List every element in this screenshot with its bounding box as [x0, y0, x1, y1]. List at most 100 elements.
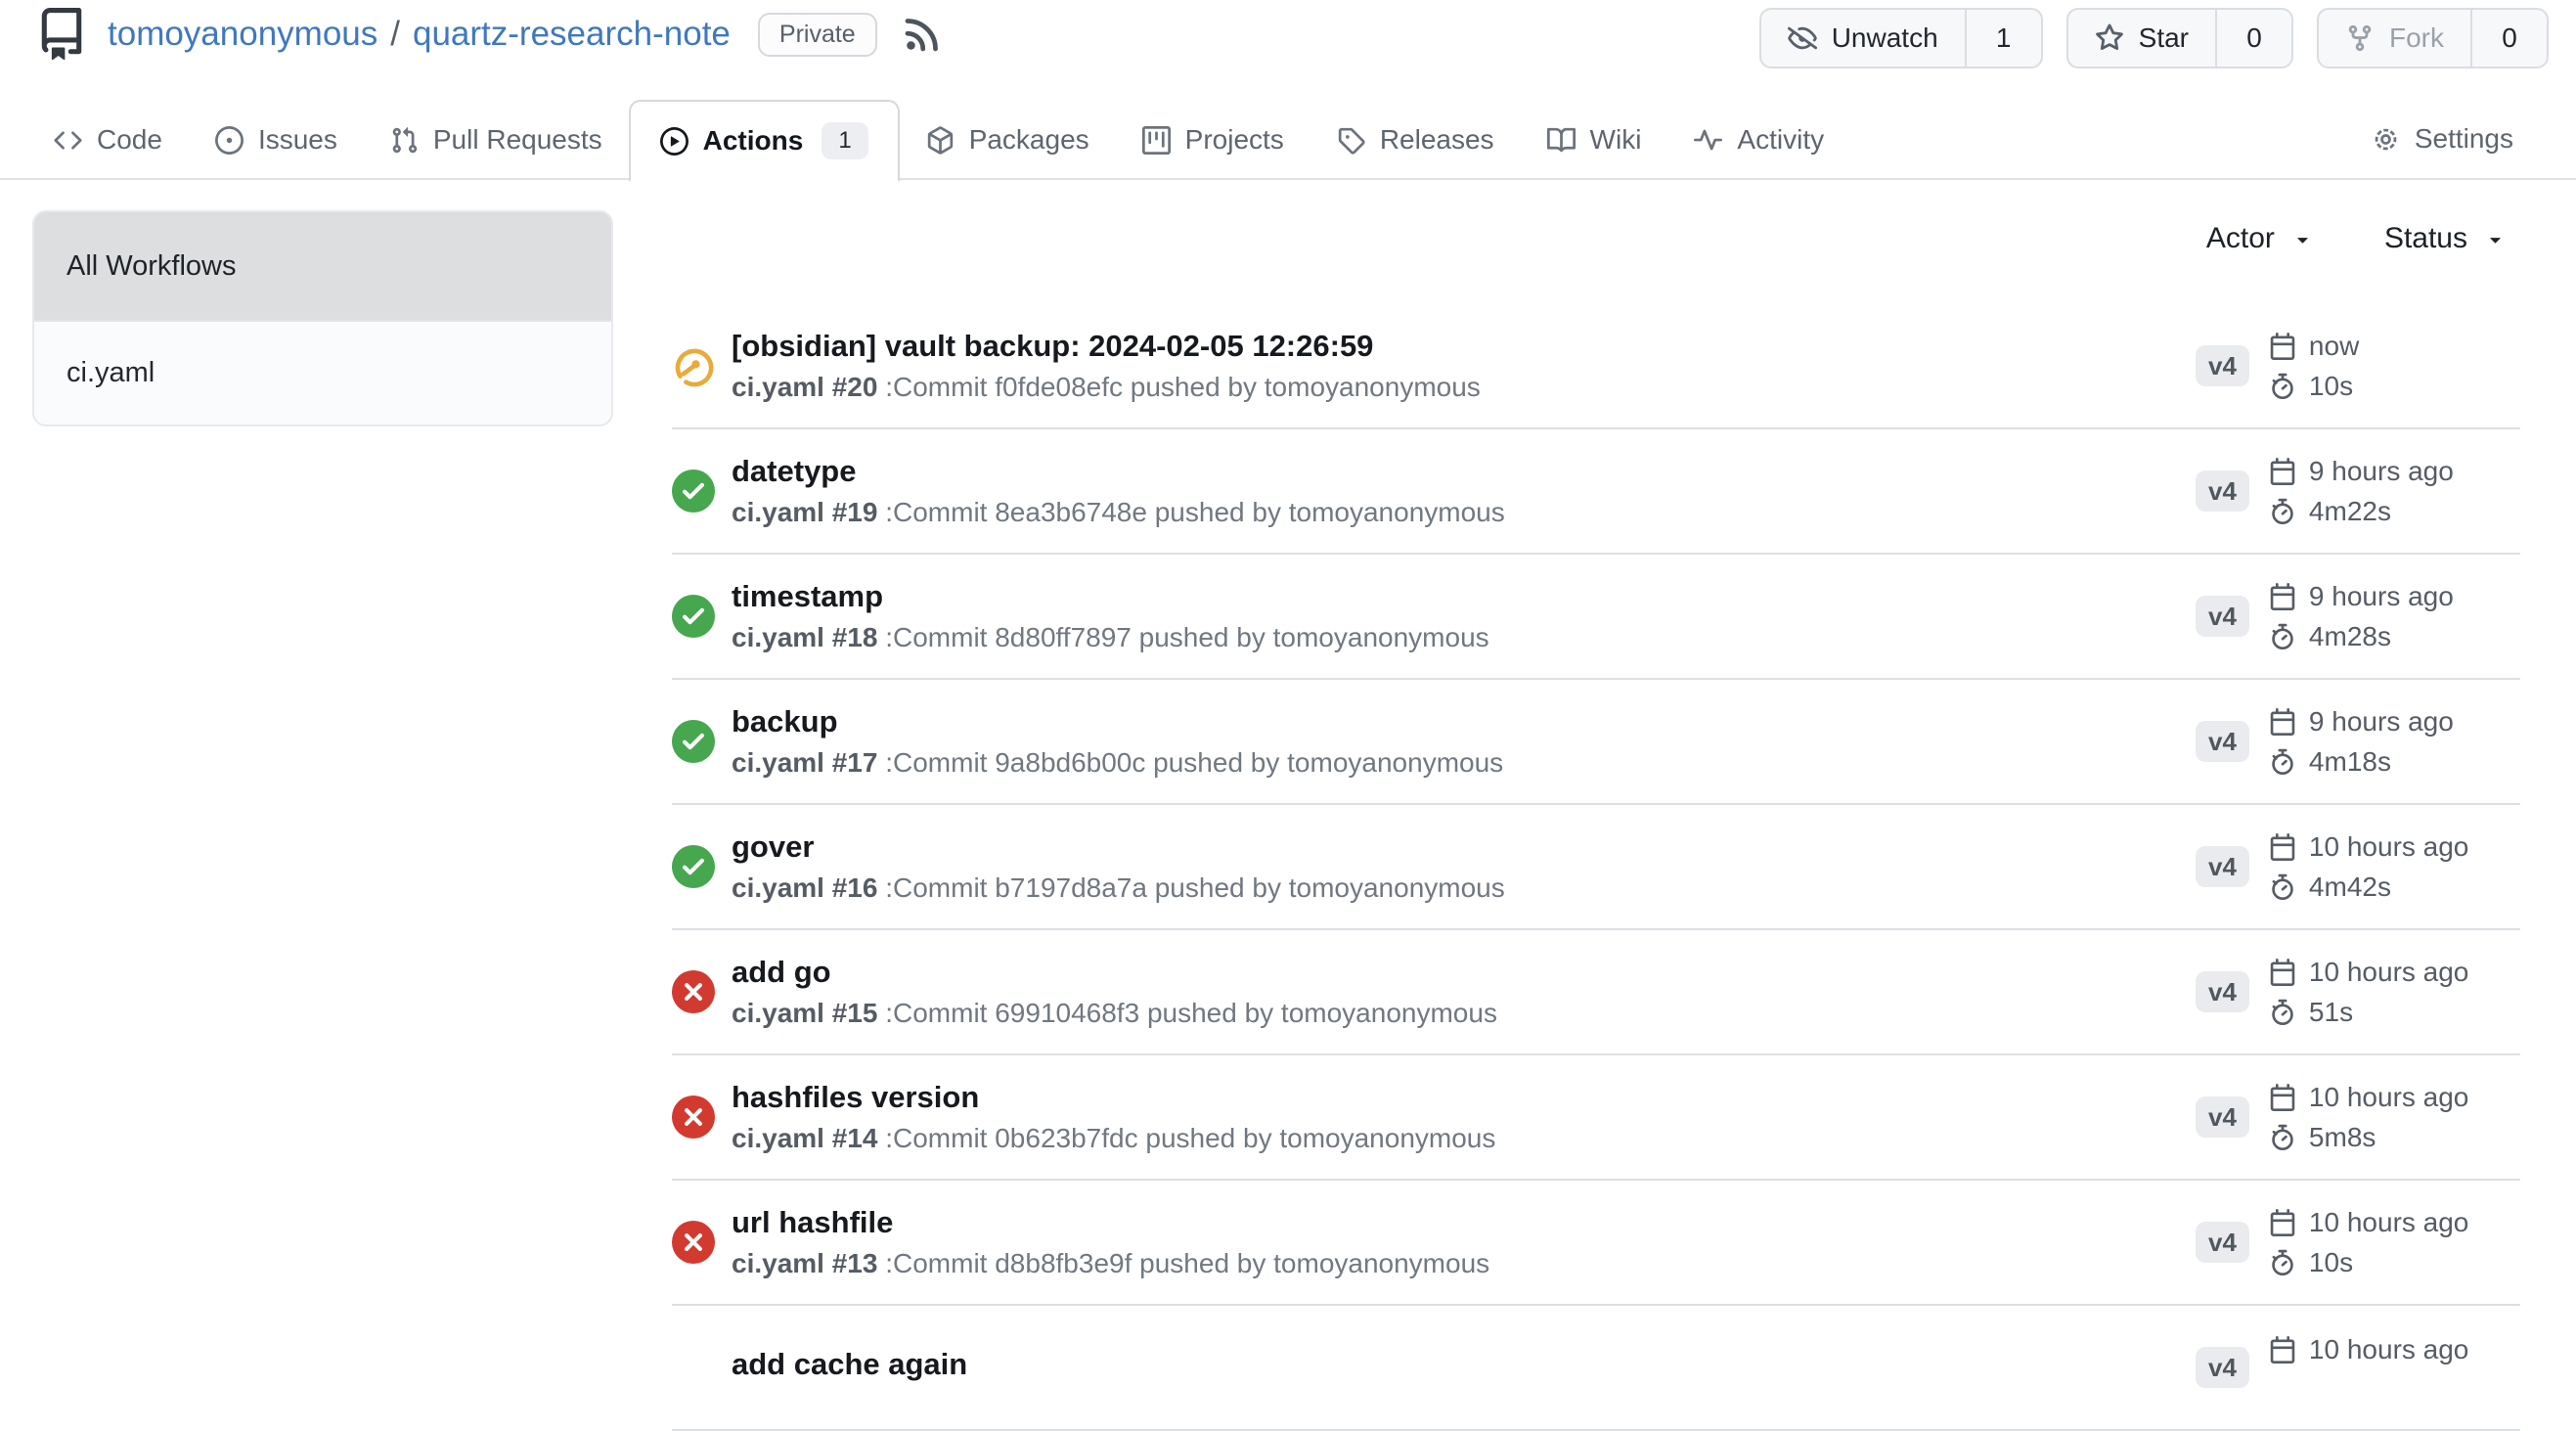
run-time-ago: 10 hours ago [2309, 1207, 2468, 1238]
run-subtitle: ci.yaml #15 :Commit 69910468f3 pushed by… [732, 997, 2196, 1030]
sidebar-item-ci-yaml[interactable]: ci.yaml [34, 322, 611, 425]
run-date-line: 9 hours ago [2269, 706, 2454, 738]
run-date-line: 9 hours ago [2269, 456, 2454, 487]
run-subtitle: ci.yaml #13 :Commit d8b8fb3e9f pushed by… [732, 1247, 2196, 1280]
unwatch-button[interactable]: Unwatch 1 [1759, 8, 2043, 68]
workflow-run-list: [obsidian] vault backup: 2024-02-05 12:2… [672, 304, 2520, 1431]
run-commit-info: :Commit d8b8fb3e9f pushed by tomoyanonym… [877, 1248, 1489, 1278]
tab-label: Code [97, 124, 162, 156]
run-time-ago: 10 hours ago [2309, 831, 2468, 863]
tab-code[interactable]: Code [27, 100, 189, 180]
star-button[interactable]: Star 0 [2066, 8, 2293, 68]
tab-activity[interactable]: Activity [1667, 100, 1850, 180]
run-version-badge[interactable]: v4 [2196, 1096, 2249, 1138]
watchers-count[interactable]: 1 [1967, 10, 2041, 67]
in-progress-spinner-icon [672, 344, 715, 387]
run-duration-line: 4m18s [2269, 746, 2454, 778]
run-version-badge[interactable]: v4 [2196, 971, 2249, 1012]
tab-label: Wiki [1590, 124, 1642, 156]
run-duration-line: 51s [2269, 997, 2468, 1028]
run-status-icon [672, 970, 715, 1013]
run-status-icon [672, 1096, 715, 1139]
issue-opened-icon [215, 126, 244, 155]
run-workflow-ref: ci.yaml #20 [732, 372, 877, 402]
run-title-link[interactable]: url hashfile [732, 1205, 2196, 1240]
repo-name-link[interactable]: quartz-research-note [413, 15, 731, 54]
run-version-badge[interactable]: v4 [2196, 846, 2249, 887]
repo-owner-link[interactable]: tomoyanonymous [108, 15, 378, 54]
run-title-link[interactable]: backup [732, 704, 2196, 739]
run-meta: v4 10 hours ago 5m8s [2196, 1082, 2520, 1153]
stars-count[interactable]: 0 [2217, 10, 2291, 67]
calendar-icon [2269, 1209, 2296, 1236]
tab-label: Activity [1737, 124, 1824, 156]
run-commit-info: :Commit 8d80ff7897 pushed by tomoyanonym… [877, 622, 1488, 652]
run-time-ago: 10 hours ago [2309, 957, 2468, 988]
status-filter-dropdown[interactable]: Status [2384, 222, 2507, 255]
workflow-run-row[interactable]: add cache again v4 10 hours ago [672, 1306, 2520, 1431]
tab-label: Pull Requests [433, 124, 602, 156]
run-title-link[interactable]: hashfiles version [732, 1080, 2196, 1115]
actor-filter-dropdown[interactable]: Actor [2206, 222, 2314, 255]
repo-header: tomoyanonymous / quartz-research-note Pr… [0, 0, 2576, 102]
workflows-sidebar: All Workflows ci.yaml [32, 210, 613, 426]
package-icon [926, 126, 955, 155]
stopwatch-icon [2269, 1249, 2296, 1276]
tab-releases[interactable]: Releases [1310, 100, 1521, 180]
run-title-link[interactable]: gover [732, 829, 2196, 865]
calendar-icon [2269, 333, 2296, 360]
run-title-link[interactable]: add cache again [732, 1347, 2196, 1382]
fork-button[interactable]: Fork 0 [2317, 8, 2549, 68]
workflow-run-row[interactable]: timestamp ci.yaml #18 :Commit 8d80ff7897… [672, 555, 2520, 680]
run-status-icon [672, 595, 715, 638]
repo-action-buttons: Unwatch 1 Star 0 Fork 0 [1759, 8, 2549, 68]
run-version-badge[interactable]: v4 [2196, 1222, 2249, 1263]
run-commit-info: :Commit f0fde08efc pushed by tomoyanonym… [877, 372, 1480, 402]
workflow-run-row[interactable]: datetype ci.yaml #19 :Commit 8ea3b6748e … [672, 429, 2520, 555]
rss-feed-icon[interactable] [903, 15, 942, 54]
tab-projects[interactable]: Projects [1116, 100, 1310, 180]
run-version-badge[interactable]: v4 [2196, 470, 2249, 512]
workflow-run-row[interactable]: backup ci.yaml #17 :Commit 9a8bd6b00c pu… [672, 680, 2520, 805]
run-title-link[interactable]: add go [732, 955, 2196, 990]
run-duration: 10s [2309, 371, 2353, 402]
workflow-run-row[interactable]: url hashfile ci.yaml #13 :Commit d8b8fb3… [672, 1181, 2520, 1306]
tab-label: Settings [2415, 123, 2513, 155]
tab-issues[interactable]: Issues [189, 100, 364, 180]
run-duration: 4m18s [2309, 746, 2391, 778]
tab-packages[interactable]: Packages [900, 100, 1116, 180]
run-date-line: 10 hours ago [2269, 831, 2468, 863]
gear-icon [2372, 125, 2400, 154]
run-title-link[interactable]: datetype [732, 454, 2196, 489]
run-workflow-ref: ci.yaml #16 [732, 872, 877, 903]
run-commit-info: :Commit 8ea3b6748e pushed by tomoyanonym… [877, 497, 1504, 527]
run-version-badge[interactable]: v4 [2196, 345, 2249, 386]
run-version-badge[interactable]: v4 [2196, 1347, 2249, 1388]
run-time-block: 10 hours ago 5m8s [2269, 1082, 2468, 1153]
play-icon [660, 127, 688, 156]
run-version-badge[interactable]: v4 [2196, 596, 2249, 637]
tab-actions[interactable]: Actions 1 [629, 100, 900, 182]
forks-count[interactable]: 0 [2472, 10, 2547, 67]
run-workflow-ref: ci.yaml #17 [732, 747, 877, 778]
run-date-line: 9 hours ago [2269, 581, 2454, 612]
tab-pull-requests[interactable]: Pull Requests [364, 100, 629, 180]
stopwatch-icon [2269, 373, 2296, 400]
repo-title-group: tomoyanonymous / quartz-research-note Pr… [35, 8, 942, 61]
workflow-run-row[interactable]: add go ci.yaml #15 :Commit 69910468f3 pu… [672, 930, 2520, 1055]
run-title-link[interactable]: [obsidian] vault backup: 2024-02-05 12:2… [732, 329, 2196, 364]
workflow-run-row[interactable]: gover ci.yaml #16 :Commit b7197d8a7a pus… [672, 805, 2520, 930]
tab-wiki[interactable]: Wiki [1521, 100, 1668, 180]
tab-settings[interactable]: Settings [2372, 100, 2513, 178]
status-filter-label: Status [2384, 222, 2467, 255]
run-version-badge[interactable]: v4 [2196, 721, 2249, 762]
run-duration: 51s [2309, 997, 2353, 1028]
fork-icon [2345, 23, 2375, 53]
workflow-run-row[interactable]: hashfiles version ci.yaml #14 :Commit 0b… [672, 1055, 2520, 1181]
x-circle-icon [672, 1096, 715, 1139]
sidebar-item-all-workflows[interactable]: All Workflows [34, 212, 611, 322]
star-icon [2095, 23, 2124, 53]
run-subtitle: ci.yaml #17 :Commit 9a8bd6b00c pushed by… [732, 746, 2196, 780]
run-title-link[interactable]: timestamp [732, 579, 2196, 614]
workflow-run-row[interactable]: [obsidian] vault backup: 2024-02-05 12:2… [672, 304, 2520, 429]
